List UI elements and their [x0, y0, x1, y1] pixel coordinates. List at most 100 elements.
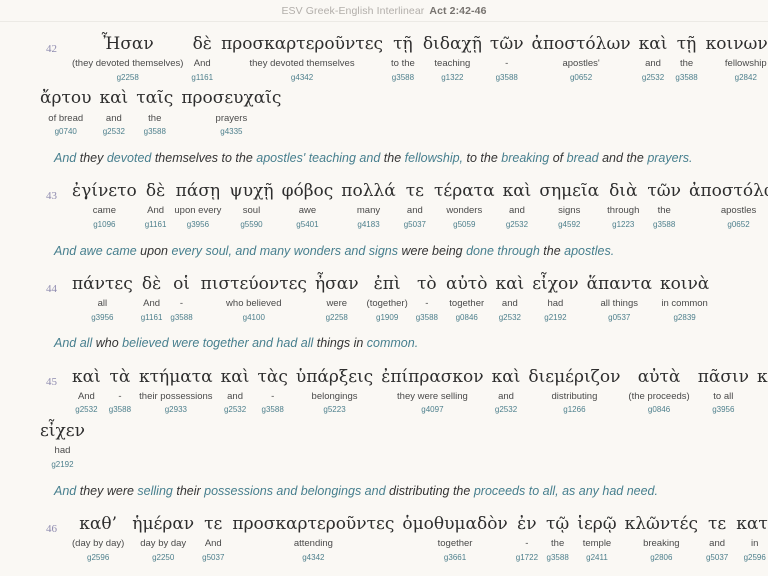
strongs-number[interactable]: g2250 — [152, 553, 174, 563]
interlinear-word[interactable]: τὰς - g3588 — [253, 367, 291, 415]
interlinear-word[interactable]: καὶ and g2532 — [491, 274, 528, 322]
greek-word[interactable]: δὲ — [142, 274, 161, 295]
greek-word[interactable]: διεμέριζον — [528, 367, 620, 388]
interlinear-word[interactable]: τε and g5037 — [400, 181, 430, 229]
strongs-number[interactable]: g2532 — [642, 73, 664, 83]
interlinear-word[interactable]: ταῖς the g3588 — [132, 88, 177, 136]
interlinear-word[interactable]: καὶ and g2532 — [217, 367, 254, 415]
greek-word[interactable]: αὐτὸ — [446, 274, 487, 295]
strongs-number[interactable]: g1909 — [376, 313, 398, 323]
interlinear-word[interactable]: διεμέριζον distributing g1266 — [524, 367, 624, 415]
greek-word[interactable]: καὶ — [639, 34, 668, 55]
strongs-number[interactable]: g0846 — [456, 313, 478, 323]
interlinear-word[interactable]: κτήματα their possessions g2933 — [135, 367, 217, 415]
greek-word[interactable]: τῶν — [647, 181, 681, 202]
strongs-number[interactable]: g5223 — [323, 406, 345, 415]
strongs-number[interactable]: g2596 — [744, 553, 766, 563]
interlinear-word[interactable]: ἐγίνετο came g1096 — [68, 181, 141, 229]
interlinear-word[interactable]: πᾶσιν to all g3956 — [694, 367, 753, 415]
greek-word[interactable]: ἅπαντα — [587, 274, 652, 295]
strongs-number[interactable]: g1096 — [93, 220, 115, 230]
strongs-number[interactable]: g4183 — [357, 220, 379, 230]
interlinear-word[interactable]: πάσῃ upon every g3956 — [170, 181, 225, 229]
interlinear-word[interactable]: ἄρτου of bread g0740 — [36, 88, 95, 136]
interlinear-word[interactable]: τε and g5037 — [702, 514, 732, 562]
strongs-number[interactable]: g5037 — [202, 553, 224, 563]
strongs-number[interactable]: g4100 — [243, 313, 265, 323]
interlinear-word[interactable]: τε And g5037 — [198, 514, 228, 562]
interlinear-word[interactable]: τῶν the g3588 — [643, 181, 685, 229]
strongs-number[interactable]: g4335 — [220, 127, 242, 137]
greek-word[interactable]: τὰ — [109, 367, 130, 388]
interlinear-word[interactable]: ὁμοθυμαδὸν together g3661 — [398, 514, 511, 562]
strongs-number[interactable]: g3588 — [416, 313, 438, 323]
interlinear-word[interactable]: προσευχαῖς prayers g4335 — [177, 88, 285, 136]
strongs-number[interactable]: g3956 — [712, 406, 734, 415]
strongs-number[interactable]: g3588 — [262, 406, 284, 415]
greek-word[interactable]: πᾶσιν — [698, 367, 749, 388]
strongs-number[interactable]: g1322 — [441, 73, 463, 83]
greek-word[interactable]: τὸ — [417, 274, 437, 295]
greek-word[interactable]: πιστεύοντες — [201, 274, 307, 295]
interlinear-word[interactable]: τέρατα wonders g5059 — [430, 181, 499, 229]
greek-word[interactable]: ψυχῇ — [229, 181, 273, 202]
interlinear-word[interactable]: ἅπαντα all things g0537 — [583, 274, 656, 322]
interlinear-word[interactable]: τῶν - g3588 — [486, 34, 528, 82]
interlinear-word[interactable]: καὶ and g2532 — [635, 34, 672, 82]
interlinear-word[interactable]: τὰ - g3588 — [105, 367, 135, 415]
greek-word[interactable]: καὶ — [72, 367, 101, 388]
strongs-number[interactable]: g3588 — [547, 553, 569, 563]
greek-word[interactable]: διδαχῇ — [423, 34, 482, 55]
greek-word[interactable]: ἱερῷ — [577, 514, 616, 535]
greek-word[interactable]: ἡμέραν — [132, 514, 194, 535]
interlinear-word[interactable]: ἐπὶ (together) g1909 — [363, 274, 412, 322]
interlinear-word[interactable]: προσκαρτεροῦντες attending g4342 — [228, 514, 398, 562]
greek-word[interactable]: ἐν — [517, 514, 536, 535]
interlinear-word[interactable]: οἱ - g3588 — [166, 274, 196, 322]
verse-number[interactable]: 46 — [46, 523, 57, 535]
interlinear-word[interactable]: κοινὰ in common g2839 — [656, 274, 713, 322]
interlinear-word[interactable]: τῇ the g3588 — [671, 34, 701, 82]
strongs-number[interactable]: g2411 — [586, 553, 608, 563]
interlinear-word[interactable]: ἡμέραν day by day g2250 — [128, 514, 198, 562]
interlinear-word[interactable]: κοινωνίᾳ fellowship g2842 — [702, 34, 768, 82]
strongs-number[interactable]: g1161 — [141, 313, 163, 323]
interlinear-word[interactable]: ἱερῷ temple g2411 — [573, 514, 620, 562]
strongs-number[interactable]: g3956 — [91, 313, 113, 323]
greek-word[interactable]: κτήματα — [139, 367, 213, 388]
greek-word[interactable]: καὶ — [503, 181, 532, 202]
greek-word[interactable]: ταῖς — [136, 88, 173, 109]
greek-word[interactable]: καὶ — [492, 367, 521, 388]
greek-word[interactable]: τῷ — [546, 514, 569, 535]
greek-word[interactable]: ἄρτου — [40, 88, 91, 109]
strongs-number[interactable]: g5037 — [706, 553, 728, 563]
greek-word[interactable]: ἐπὶ — [374, 274, 401, 295]
strongs-number[interactable]: g2532 — [103, 127, 125, 137]
strongs-number[interactable]: g1223 — [612, 220, 634, 230]
greek-word[interactable]: διὰ — [609, 181, 637, 202]
interlinear-word[interactable]: καὶ and g2532 — [488, 367, 525, 415]
strongs-number[interactable]: g2596 — [87, 553, 109, 563]
strongs-number[interactable]: g0652 — [570, 73, 592, 83]
verse-number[interactable]: 43 — [46, 190, 57, 202]
greek-word[interactable]: σημεῖα — [539, 181, 599, 202]
greek-word[interactable]: κλῶντές — [625, 514, 698, 535]
strongs-number[interactable]: g0537 — [608, 313, 630, 323]
greek-word[interactable]: προσκαρτεροῦντες — [221, 34, 383, 55]
greek-word[interactable]: πάντες — [72, 274, 133, 295]
greek-word[interactable]: τῇ — [677, 34, 697, 55]
interlinear-word[interactable]: διδαχῇ teaching g1322 — [419, 34, 486, 82]
greek-word[interactable]: προσευχαῖς — [181, 88, 281, 109]
greek-word[interactable]: καὶ — [221, 367, 250, 388]
greek-word[interactable]: Ἦσαν — [102, 34, 154, 55]
strongs-number[interactable]: g0740 — [55, 127, 77, 137]
interlinear-word[interactable]: διὰ through g1223 — [603, 181, 643, 229]
strongs-number[interactable]: g3588 — [392, 73, 414, 83]
interlinear-word[interactable]: κλῶντές breaking g2806 — [621, 514, 702, 562]
greek-word[interactable]: ὑπάρξεις — [296, 367, 373, 388]
interlinear-word[interactable]: πιστεύοντες who believed g4100 — [197, 274, 311, 322]
strongs-number[interactable]: g2839 — [673, 313, 695, 323]
strongs-number[interactable]: g0652 — [727, 220, 749, 230]
interlinear-word[interactable]: σημεῖα signs g4592 — [535, 181, 603, 229]
strongs-number[interactable]: g2842 — [735, 73, 757, 83]
